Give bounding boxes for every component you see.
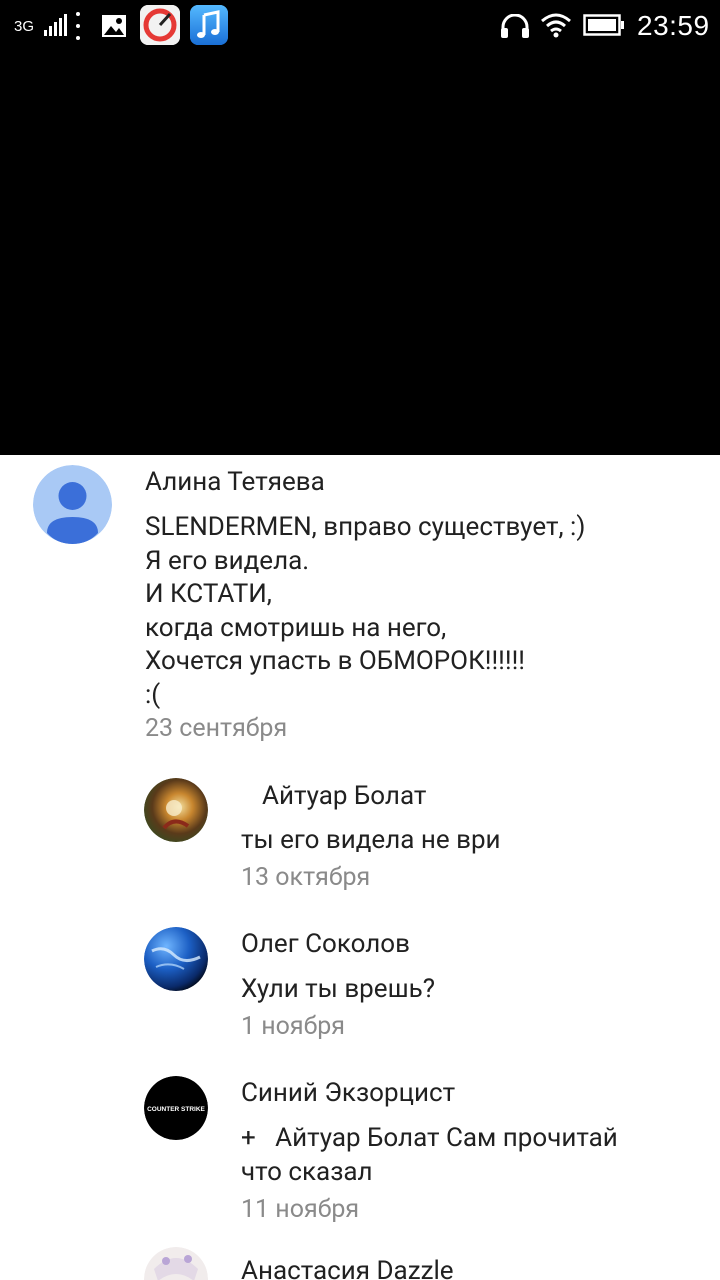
reply-date: 11 ноября [241, 1195, 360, 1224]
reply-author[interactable]: Анастасия Dazzle [241, 1256, 454, 1280]
reply-author[interactable]: Олег Соколов [241, 929, 410, 959]
music-app-icon [190, 5, 228, 45]
status-bar: 3G 23:59 [0, 0, 720, 52]
reply-text: Хули ты врешь? [241, 974, 436, 1004]
video-player[interactable] [0, 52, 720, 455]
comment-text: SLENDERMEN, вправо существует, :) Я его … [145, 512, 586, 710]
signal-strength-icon [44, 14, 67, 36]
comment-author[interactable]: Алина Тетяева [145, 467, 325, 497]
headphones-icon [501, 14, 529, 38]
photo-avatar[interactable] [144, 778, 208, 842]
anime-avatar[interactable] [144, 1247, 208, 1280]
network-type: 3G [14, 17, 35, 35]
gallery-notification-icon [102, 15, 126, 37]
reply-date: 1 ноября [241, 1012, 346, 1041]
reply-text: ты его видела не ври [241, 825, 501, 855]
battery-icon [583, 14, 624, 36]
comment-date: 23 сентября [145, 714, 288, 743]
reply-text-body: Айтуар Болат Сам прочитай что сказал [241, 1123, 618, 1187]
reply-author[interactable]: Айтуар Болат [262, 781, 426, 811]
mention-plus-icon: + [241, 1123, 256, 1153]
counter-strike-logo-avatar[interactable]: COUNTER STRIKE [144, 1076, 208, 1140]
comments-section: Алина Тетяева SLENDERMEN, вправо существ… [0, 455, 720, 1280]
svg-text:COUNTER STRIKE: COUNTER STRIKE [147, 1106, 205, 1113]
more-notifications-icon [76, 12, 80, 40]
default-person-icon[interactable] [33, 465, 112, 544]
wifi-icon [541, 13, 571, 38]
reply-author[interactable]: Синий Экзорцист [241, 1078, 455, 1108]
reply-date: 13 октября [241, 863, 371, 892]
speedometer-app-icon [140, 5, 180, 45]
clock: 23:59 [637, 10, 710, 41]
earth-photo-avatar[interactable] [144, 927, 208, 991]
reply-text: + Айтуар Болат Сам прочитай что сказал [241, 1122, 618, 1189]
